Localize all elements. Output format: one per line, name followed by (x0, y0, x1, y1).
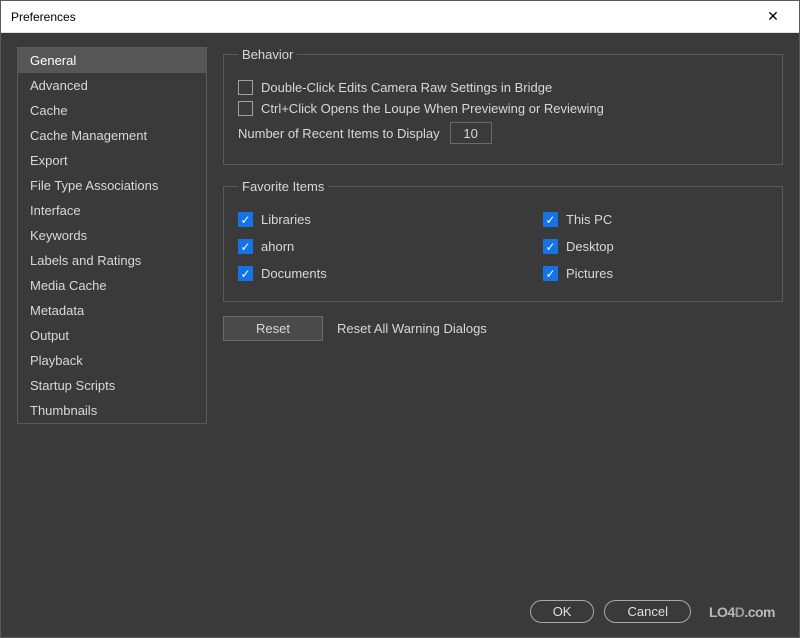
double-click-checkbox[interactable] (238, 80, 253, 95)
sidebar-item-export[interactable]: Export (18, 148, 206, 173)
favorite-checkbox[interactable] (543, 212, 558, 227)
sidebar-item-metadata[interactable]: Metadata (18, 298, 206, 323)
favorites-legend: Favorite Items (238, 179, 328, 194)
titlebar: Preferences ✕ (1, 1, 799, 33)
favorites-group: Favorite Items Libraries This PC ahorn Desk… (223, 179, 783, 302)
favorite-item: This PC (543, 212, 768, 227)
favorite-checkbox[interactable] (238, 266, 253, 281)
sidebar-item-general[interactable]: General (18, 48, 206, 73)
favorite-item: Documents (238, 266, 463, 281)
favorite-label[interactable]: Desktop (566, 239, 614, 254)
favorite-label[interactable]: Documents (261, 266, 327, 281)
sidebar-item-advanced[interactable]: Advanced (18, 73, 206, 98)
sidebar-item-output[interactable]: Output (18, 323, 206, 348)
recent-items-label: Number of Recent Items to Display (238, 126, 440, 141)
ctrl-click-checkbox[interactable] (238, 101, 253, 116)
sidebar-item-media-cache[interactable]: Media Cache (18, 273, 206, 298)
ok-button[interactable]: OK (530, 600, 595, 623)
main-panel: Behavior Double-Click Edits Camera Raw S… (223, 47, 783, 637)
favorite-label[interactable]: Pictures (566, 266, 613, 281)
favorite-item: Pictures (543, 266, 768, 281)
reset-row: Reset Reset All Warning Dialogs (223, 316, 783, 341)
favorite-label[interactable]: ahorn (261, 239, 294, 254)
favorite-item: ahorn (238, 239, 463, 254)
cancel-button[interactable]: Cancel (604, 600, 690, 623)
sidebar-item-cache[interactable]: Cache (18, 98, 206, 123)
sidebar: GeneralAdvancedCacheCache ManagementExpo… (17, 47, 207, 424)
recent-items-row: Number of Recent Items to Display (238, 122, 768, 144)
favorite-checkbox[interactable] (238, 212, 253, 227)
double-click-row: Double-Click Edits Camera Raw Settings i… (238, 80, 768, 95)
close-icon[interactable]: ✕ (757, 8, 789, 25)
favorite-label[interactable]: This PC (566, 212, 612, 227)
watermark: LO4D.com (709, 604, 775, 620)
favorites-grid: Libraries This PC ahorn Desktop Documents Pic… (238, 206, 768, 287)
sidebar-item-labels-and-ratings[interactable]: Labels and Ratings (18, 248, 206, 273)
window-title: Preferences (11, 10, 757, 24)
sidebar-item-startup-scripts[interactable]: Startup Scripts (18, 373, 206, 398)
behavior-group: Behavior Double-Click Edits Camera Raw S… (223, 47, 783, 165)
favorite-checkbox[interactable] (543, 239, 558, 254)
sidebar-item-thumbnails[interactable]: Thumbnails (18, 398, 206, 423)
content-area: GeneralAdvancedCacheCache ManagementExpo… (1, 33, 799, 637)
ctrl-click-row: Ctrl+Click Opens the Loupe When Previewi… (238, 101, 768, 116)
favorite-label[interactable]: Libraries (261, 212, 311, 227)
double-click-label[interactable]: Double-Click Edits Camera Raw Settings i… (261, 80, 552, 95)
reset-button[interactable]: Reset (223, 316, 323, 341)
favorite-checkbox[interactable] (238, 239, 253, 254)
favorite-checkbox[interactable] (543, 266, 558, 281)
sidebar-item-interface[interactable]: Interface (18, 198, 206, 223)
recent-items-input[interactable] (450, 122, 492, 144)
preferences-window: Preferences ✕ GeneralAdvancedCacheCache … (0, 0, 800, 638)
favorite-item: Libraries (238, 212, 463, 227)
favorite-item: Desktop (543, 239, 768, 254)
sidebar-item-cache-management[interactable]: Cache Management (18, 123, 206, 148)
footer: OK Cancel LO4D.com (530, 600, 775, 623)
behavior-legend: Behavior (238, 47, 297, 62)
ctrl-click-label[interactable]: Ctrl+Click Opens the Loupe When Previewi… (261, 101, 604, 116)
sidebar-item-file-type-associations[interactable]: File Type Associations (18, 173, 206, 198)
reset-description: Reset All Warning Dialogs (337, 321, 487, 336)
sidebar-item-keywords[interactable]: Keywords (18, 223, 206, 248)
sidebar-item-playback[interactable]: Playback (18, 348, 206, 373)
